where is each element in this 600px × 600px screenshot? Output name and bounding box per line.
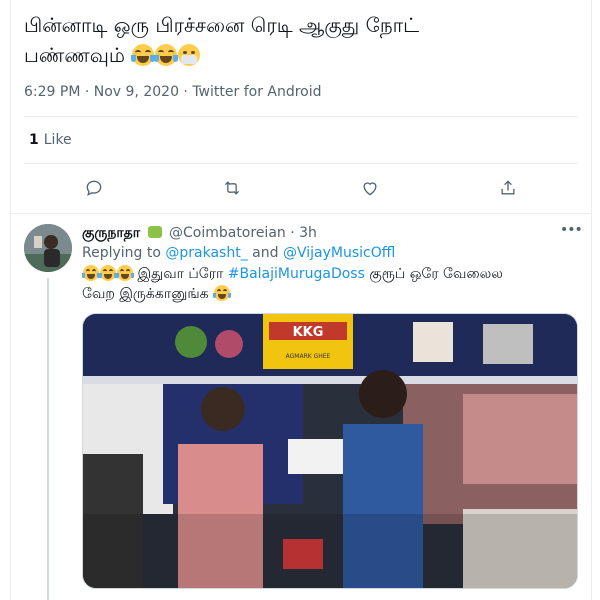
like-count-label: Like	[43, 132, 72, 148]
dot-separator: ·	[290, 225, 295, 241]
tweet-text-line2: பண்ணவும்	[24, 43, 126, 67]
mask-emoji-icon	[178, 44, 201, 66]
divider	[24, 163, 578, 164]
tweet-meta[interactable]: 6:29 PM · Nov 9, 2020 · Twitter for Andr…	[24, 84, 322, 100]
replying-prefix: Replying to	[82, 245, 161, 261]
tweet-actions	[24, 174, 578, 204]
retweet-button[interactable]	[218, 174, 246, 202]
replying-user-link[interactable]: @VijayMusicOffl	[283, 245, 395, 261]
replying-and: and	[252, 245, 279, 261]
like-count[interactable]: 1 Like	[29, 132, 72, 148]
laughing-crying-emoji-icon	[213, 285, 232, 301]
reply-time[interactable]: 3h	[299, 225, 317, 241]
reply-text-part1: இதுவா ப்ரோ	[137, 266, 224, 282]
like-button[interactable]	[356, 174, 384, 202]
tweet-text-line1: பின்னாடி ஒரு பிரச்சனை ரெடி ஆகுது நோட்	[24, 13, 420, 37]
replying-to: Replying to @prakasht_ and @VijayMusicOf…	[82, 244, 395, 262]
reply-text-line2: வேற இருக்கானுங்க	[82, 286, 209, 302]
reply-header: குருநாதா @Coimbatoreian · 3h	[82, 224, 317, 242]
reply-button[interactable]	[80, 174, 108, 202]
hashtag-link[interactable]: #BalajiMurugaDoss	[228, 266, 365, 282]
share-icon	[501, 180, 515, 195]
media-video-still[interactable]: KKG AGMARK GHEE	[82, 313, 578, 589]
reply-icon	[86, 180, 102, 196]
reply-handle[interactable]: @Coimbatoreian	[169, 225, 286, 241]
laughing-crying-emoji-icon	[82, 265, 100, 281]
section-divider	[10, 213, 592, 214]
kitchen-scene-image: KKG AGMARK GHEE	[83, 314, 577, 588]
avatar-photo	[24, 224, 72, 272]
laughing-crying-emoji-icon	[154, 44, 179, 66]
thread-line	[47, 278, 49, 600]
reply-text-part2: குரூப் ஒரே வேலைல	[369, 266, 503, 282]
like-icon	[363, 182, 377, 196]
divider	[24, 116, 578, 117]
jar-sublabel: AGMARK GHEE	[286, 353, 331, 360]
more-options-icon[interactable]: •••	[560, 222, 583, 238]
laughing-crying-emoji-icon	[99, 265, 117, 281]
reply-text: இதுவா ப்ரோ #BalajiMurugaDoss குரூப் ஒரே …	[82, 264, 582, 304]
retweet-icon	[224, 181, 240, 195]
tweet-text: பின்னாடி ஒரு பிரச்சனை ரெடி ஆகுது நோட் பண…	[24, 10, 584, 70]
laughing-crying-emoji-icon	[131, 44, 156, 66]
jar-label: KKG	[293, 325, 324, 340]
replying-user-link[interactable]: @prakasht_	[165, 245, 247, 261]
avatar[interactable]	[24, 224, 72, 272]
laughing-crying-emoji-icon	[116, 265, 134, 281]
like-count-number: 1	[29, 132, 39, 148]
share-button[interactable]	[494, 174, 522, 202]
reply-display-name[interactable]: குருநாதா	[82, 225, 140, 241]
theater-masks-emoji-icon	[147, 226, 162, 238]
